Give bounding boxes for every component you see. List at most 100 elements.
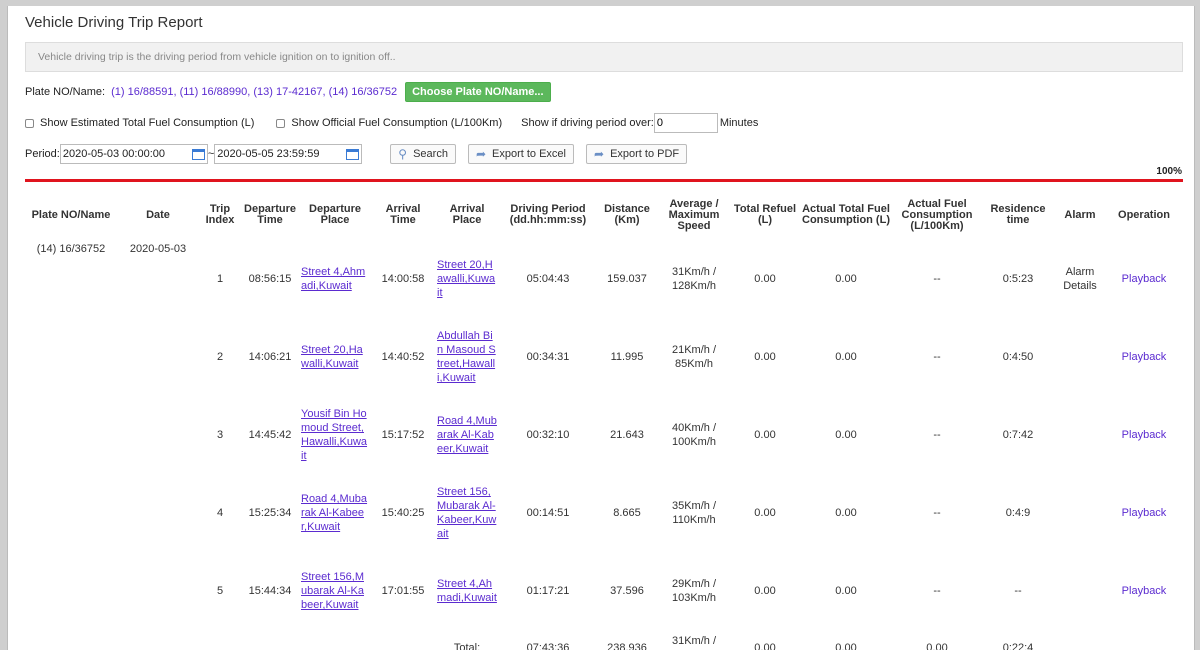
table-row: (14) 16/36752 2020-05-03 1 08:56:15 Street 4… (25, 240, 1183, 318)
departure-place-cell: Street 20,Hawalli,Kuwait (299, 318, 371, 396)
departure-place-cell: Yousif Bin Homoud Street,Hawalli,Kuwait (299, 396, 371, 474)
departure-place-link[interactable]: Street 4,Ahmadi,Kuwait (301, 266, 365, 292)
arrival-time-cell: 15:40:25 (381, 507, 425, 519)
arrival-place-cell: Road 4,Mubarak Al-Kabeer,Kuwait (435, 396, 499, 474)
speed-cell: 29Km/h / 103Km/h (671, 578, 717, 604)
arrival-time-cell: 14:00:58 (381, 273, 425, 285)
playback-link[interactable]: Playback (1122, 507, 1167, 519)
arrival-place-link[interactable]: Abdullah Bin Masoud Street,Hawalli,Kuwai… (437, 330, 496, 384)
empty-cell (117, 630, 199, 650)
plate-label: Plate NO/Name: (25, 86, 106, 98)
search-button-label: Search (413, 148, 448, 160)
search-icon: ⚲ (398, 147, 408, 161)
plate-cell (25, 318, 117, 396)
distance-cell: 8.665 (613, 507, 641, 519)
arrival-place-cell: Street 4,Ahmadi,Kuwait (435, 552, 499, 630)
col-header: Alarm (1064, 208, 1096, 221)
info-bar: Vehicle driving trip is the driving peri… (25, 42, 1183, 72)
period-end-input[interactable]: 2020-05-05 23:59:59 (214, 144, 363, 164)
playback-link[interactable]: Playback (1122, 429, 1167, 441)
col-header: Trip Index (205, 203, 235, 226)
distance-cell: 11.995 (610, 351, 644, 363)
empty-cell (25, 630, 117, 650)
arrival-place-link[interactable]: Road 4,Mubarak Al-Kabeer,Kuwait (437, 415, 497, 455)
empty-cell (1105, 630, 1183, 650)
est-fuel-label: Show Estimated Total Fuel Consumption (L… (40, 117, 255, 129)
table-row: 5 15:44:34 Street 156,Mubarak Al-Kabeer,Ku… (25, 552, 1183, 630)
departure-place-link[interactable]: Road 4,Mubarak Al-Kabeer,Kuwait (301, 493, 367, 533)
residence-cell: 0:5:23 (1002, 273, 1034, 285)
col-header: Driving Period (dd.hh:mm:ss) (509, 203, 587, 226)
export-icon: ➦ (594, 147, 605, 161)
driving-period-cell: 05:04:43 (526, 273, 570, 285)
col-header: Residence time (990, 203, 1046, 226)
arrival-place-cell: Street 20,Hawalli,Kuwait (435, 240, 499, 318)
total-refuel: 0.00 (754, 642, 776, 650)
search-button[interactable]: ⚲ Search (390, 144, 456, 164)
distance-cell: 159.037 (607, 273, 647, 285)
table-row: 4 15:25:34 Road 4,Mubarak Al-Kabeer,Kuwait… (25, 474, 1183, 552)
period-start-input[interactable]: 2020-05-03 00:00:00 (59, 144, 208, 164)
departure-place-link[interactable]: Yousif Bin Homoud Street,Hawalli,Kuwait (301, 408, 367, 462)
fuel100-cell: -- (933, 507, 941, 519)
export-excel-button[interactable]: ➦ Export to Excel (467, 144, 574, 164)
total-row: Total: 07:43:36 238.936 31Km/h / 128Km/h 0.0… (25, 630, 1183, 650)
selected-plates: (1) 16/88591, (11) 16/88990, (13) 17-421… (111, 86, 398, 98)
period-label: Period: (25, 148, 60, 160)
arrival-place-link[interactable]: Street 4,Ahmadi,Kuwait (437, 578, 497, 604)
operation-cell: Playback (1105, 474, 1183, 552)
options-row: Show Estimated Total Fuel Consumption (L… (25, 113, 758, 133)
calendar-icon[interactable] (346, 148, 360, 160)
period-start-value: 2020-05-03 00:00:00 (62, 148, 166, 160)
arrival-place-link[interactable]: Street 20,Hawalli,Kuwait (437, 259, 495, 299)
calendar-icon[interactable] (191, 148, 205, 160)
playback-link[interactable]: Playback (1122, 351, 1167, 363)
departure-place-link[interactable]: Street 20,Hawalli,Kuwait (301, 344, 363, 370)
arrival-place-cell: Street 156,Mubarak Al-Kabeer,Kuwait (435, 474, 499, 552)
departure-time-cell: 14:06:21 (248, 351, 292, 363)
table-row: 2 14:06:21 Street 20,Hawalli,Kuwait 14:40:5… (25, 318, 1183, 396)
fuel-cell: 0.00 (835, 429, 857, 441)
official-fuel-checkbox[interactable] (276, 118, 286, 128)
table-row: 3 14:45:42 Yousif Bin Homoud Street,Hawall… (25, 396, 1183, 474)
refuel-cell: 0.00 (754, 585, 776, 597)
playback-link[interactable]: Playback (1122, 273, 1167, 285)
operation-cell: Playback (1105, 318, 1183, 396)
trip-index-cell: 5 (216, 585, 224, 597)
export-icon: ➦ (475, 147, 487, 161)
playback-link[interactable]: Playback (1122, 585, 1167, 597)
col-header: Actual Total Fuel Consumption (L) (802, 203, 890, 226)
alarm-details-link[interactable]: Alarm Details (1063, 266, 1097, 292)
plate-cell (25, 474, 117, 552)
departure-place-link[interactable]: Street 156,Mubarak Al-Kabeer,Kuwait (301, 571, 364, 611)
driving-period-cell: 00:32:10 (526, 429, 570, 441)
est-fuel-checkbox[interactable] (25, 118, 34, 128)
fuel100-cell: -- (933, 429, 941, 441)
date-cell (117, 318, 199, 396)
export-pdf-label: Export to PDF (610, 148, 680, 160)
departure-time-cell: 08:56:15 (248, 273, 292, 285)
total-fuel: 0.00 (835, 642, 857, 650)
speed-cell: 31Km/h / 128Km/h (671, 266, 717, 292)
speed-cell: 21Km/h / 85Km/h (671, 344, 717, 370)
departure-time-cell: 14:45:42 (248, 429, 292, 441)
arrival-place-link[interactable]: Street 156,Mubarak Al-Kabeer,Kuwait (437, 486, 496, 540)
departure-place-cell: Street 4,Ahmadi,Kuwait (299, 240, 371, 318)
export-pdf-button[interactable]: ➦ Export to PDF (586, 144, 688, 164)
col-header: Average / Maximum Speed (668, 197, 720, 232)
driving-over-input[interactable] (653, 113, 718, 133)
plate-row: Plate NO/Name: (1) 16/88591, (11) 16/889… (25, 82, 551, 102)
driving-period-cell: 00:34:31 (526, 351, 570, 363)
alarm-cell (1055, 552, 1105, 630)
empty-cell (199, 630, 241, 650)
residence-cell: 0:4:50 (1002, 351, 1034, 363)
trip-index-cell: 3 (216, 429, 224, 441)
arrival-time-cell: 17:01:55 (381, 585, 425, 597)
trip-index-cell: 1 (216, 273, 224, 285)
choose-plate-button[interactable]: Choose Plate NO/Name... (405, 82, 551, 102)
date-cell (117, 474, 199, 552)
progress-bar (25, 179, 1183, 182)
driving-period-cell: 01:17:21 (526, 585, 570, 597)
speed-cell: 40Km/h / 100Km/h (671, 422, 717, 448)
total-residence: 0:22:4 (1002, 642, 1034, 650)
